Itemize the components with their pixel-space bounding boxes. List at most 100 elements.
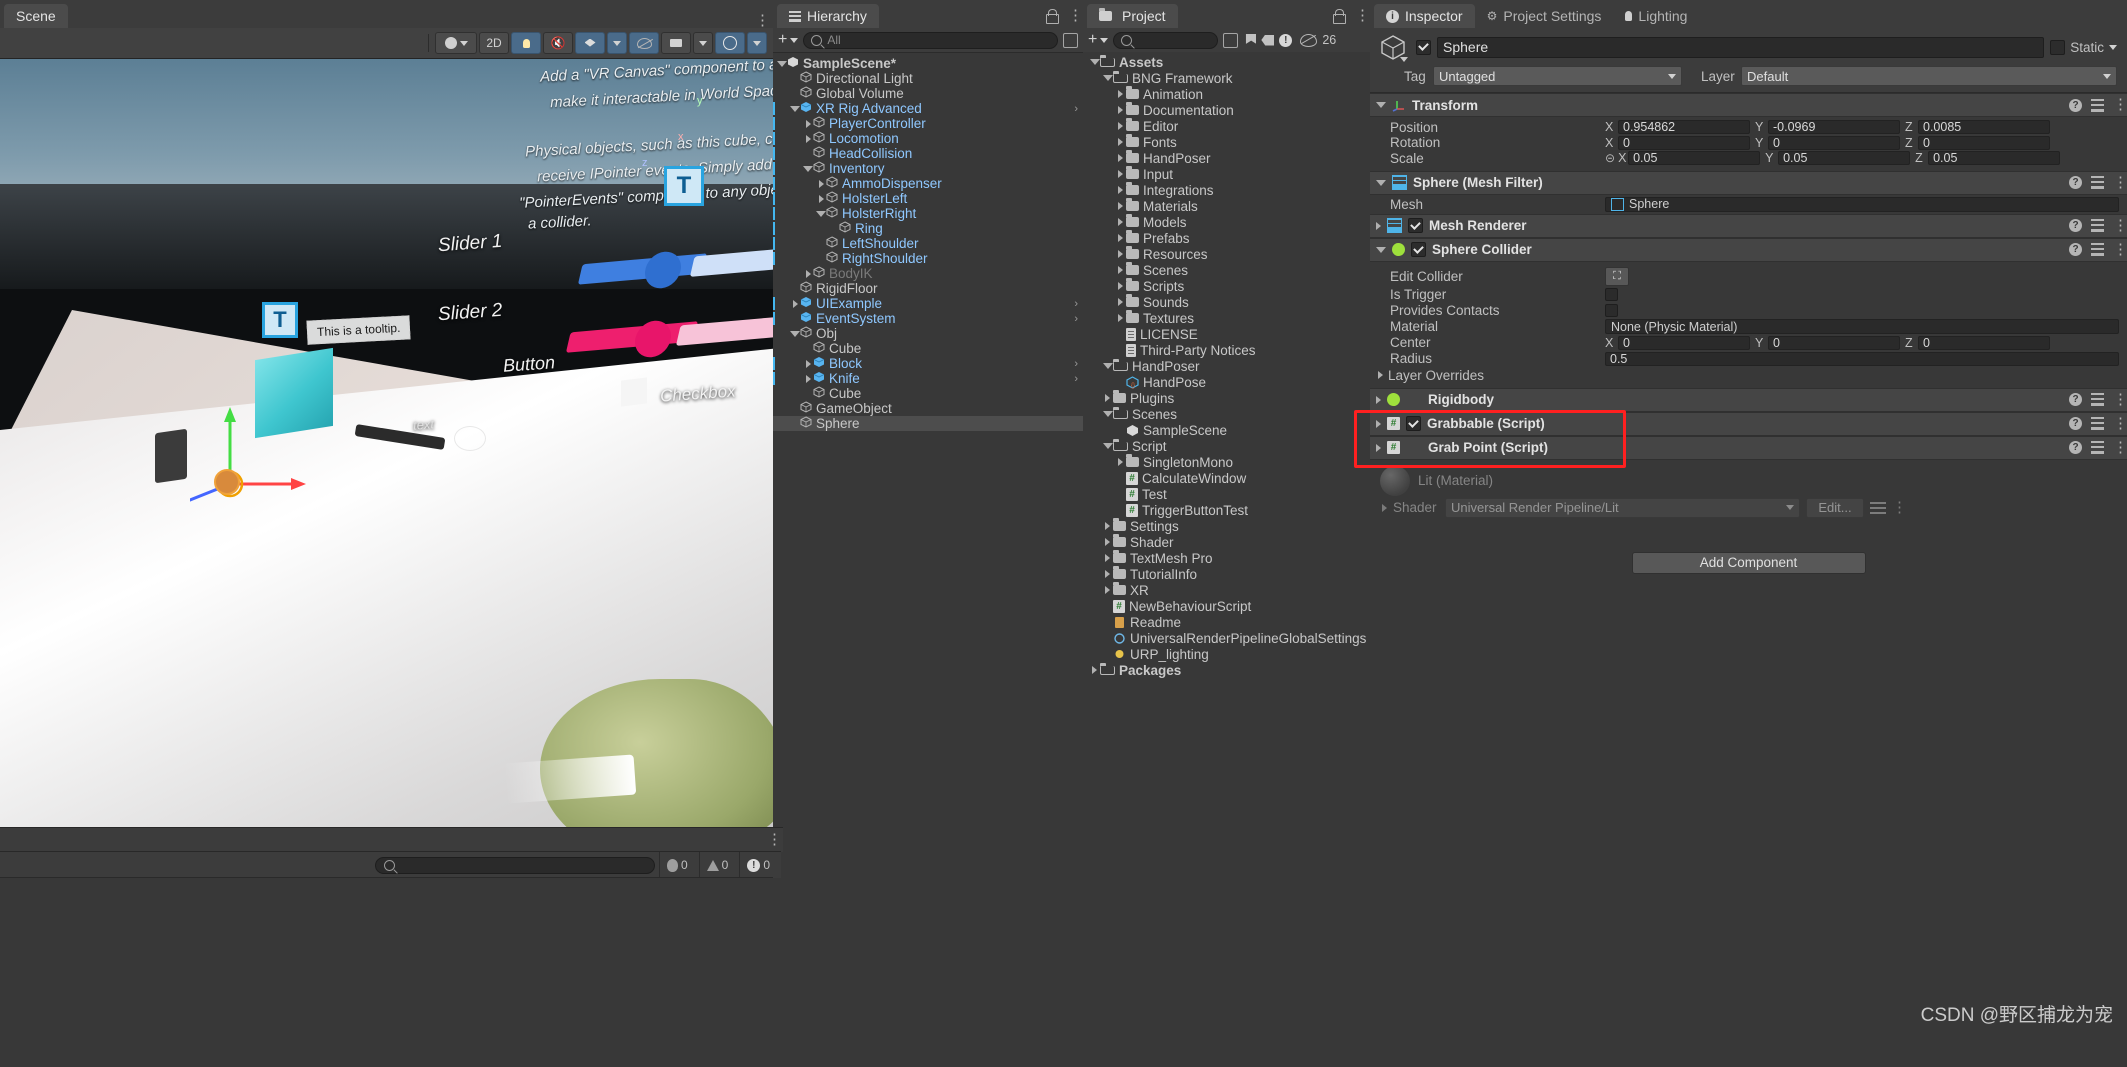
hierarchy-item-leftshoulder[interactable]: LeftShoulder: [773, 236, 1083, 251]
chevron-right-icon[interactable]: [1102, 538, 1113, 546]
tab-project-settings[interactable]: ⚙ Project Settings: [1475, 4, 1614, 28]
hierarchy-item-global-volume[interactable]: Global Volume: [773, 86, 1083, 101]
hierarchy-item-headcollision[interactable]: HeadCollision: [773, 146, 1083, 161]
hierarchy-more-options-icon[interactable]: ⋮: [1068, 8, 1083, 23]
chevron-right-icon[interactable]: [1376, 419, 1381, 428]
gizmos-dropdown[interactable]: [747, 32, 767, 54]
chevron-right-icon[interactable]: [803, 359, 813, 368]
audio-toggle-button[interactable]: 🔇: [543, 32, 573, 54]
scene-camera-dropdown[interactable]: [693, 32, 713, 54]
chevron-down-icon[interactable]: [1102, 363, 1113, 369]
chevron-right-icon[interactable]: [1115, 186, 1126, 194]
project-item-fonts[interactable]: Fonts: [1083, 134, 1370, 150]
prefab-open-chevron-icon[interactable]: ›: [1074, 298, 1078, 310]
console-warning-count-cell[interactable]: 0: [698, 852, 736, 878]
provides-contacts-checkbox[interactable]: [1605, 304, 1618, 317]
prefab-open-chevron-icon[interactable]: ›: [1074, 103, 1078, 115]
hierarchy-item-block[interactable]: Block ›: [773, 356, 1083, 371]
shading-mode-dropdown[interactable]: [435, 32, 477, 54]
project-item-input[interactable]: Input: [1083, 166, 1370, 182]
hierarchy-item-uiexample[interactable]: UIExample ›: [773, 296, 1083, 311]
chevron-right-icon[interactable]: [1089, 666, 1100, 674]
chevron-right-icon[interactable]: [1102, 522, 1113, 530]
preset-icon[interactable]: [2091, 243, 2104, 256]
project-item-test[interactable]: # Test: [1083, 486, 1370, 502]
hierarchy-item-obj[interactable]: Obj: [773, 326, 1083, 341]
project-item-documentation[interactable]: Documentation: [1083, 102, 1370, 118]
error-filter-icon[interactable]: !: [1279, 33, 1293, 47]
scene-viewport[interactable]: Add a "VR Canvas" component to any make …: [0, 59, 773, 827]
chevron-down-icon[interactable]: [1376, 246, 1386, 253]
component-header-rigidbody[interactable]: Rigidbody ? ⋮: [1370, 387, 2127, 412]
project-item-editor[interactable]: Editor: [1083, 118, 1370, 134]
component-menu-icon[interactable]: ⋮: [2113, 440, 2127, 455]
chevron-right-icon[interactable]: [816, 179, 826, 188]
chevron-right-icon[interactable]: [1115, 298, 1126, 306]
chevron-right-icon[interactable]: [1115, 202, 1126, 210]
scene-text-gizmo-secondary[interactable]: T: [262, 302, 298, 338]
scale-x-input[interactable]: 0.05: [1628, 151, 1761, 166]
project-item-assets[interactable]: Assets: [1083, 54, 1370, 70]
favorite-icon[interactable]: [1245, 33, 1257, 44]
gizmos-toggle-button[interactable]: [715, 32, 745, 54]
project-item-plugins[interactable]: Plugins: [1083, 390, 1370, 406]
gameobject-name-input[interactable]: Sphere: [1437, 36, 2045, 58]
preset-icon[interactable]: [2091, 219, 2104, 232]
project-item-singletonmono[interactable]: SingletonMono: [1083, 454, 1370, 470]
shader-dropdown[interactable]: Universal Render Pipeline/Lit: [1445, 497, 1800, 518]
hierarchy-item-bodyik[interactable]: BodyIK: [773, 266, 1083, 281]
is-trigger-checkbox[interactable]: [1605, 288, 1618, 301]
chevron-right-icon[interactable]: [1376, 221, 1381, 230]
prefab-open-chevron-icon[interactable]: ›: [1074, 373, 1078, 385]
preset-icon[interactable]: [2091, 441, 2104, 454]
chevron-right-icon[interactable]: [1115, 250, 1126, 258]
hierarchy-item-rigidfloor[interactable]: RigidFloor: [773, 281, 1083, 296]
console-body[interactable]: [0, 877, 773, 1066]
chevron-down-icon[interactable]: [790, 330, 800, 337]
chevron-right-icon[interactable]: [1115, 218, 1126, 226]
component-header-mesh-renderer[interactable]: Mesh Renderer ? ⋮: [1370, 213, 2127, 238]
lighting-toggle-button[interactable]: [511, 32, 541, 54]
project-item-scripts[interactable]: Scripts: [1083, 278, 1370, 294]
rotation-x-input[interactable]: 0: [1618, 135, 1750, 150]
component-menu-icon[interactable]: ⋮: [2113, 416, 2127, 431]
help-icon[interactable]: ?: [2069, 417, 2082, 430]
project-search-input[interactable]: [1113, 31, 1219, 49]
project-item-bng-framework[interactable]: BNG Framework: [1083, 70, 1370, 86]
center-y-input[interactable]: 0: [1768, 335, 1900, 350]
component-header-grabbable[interactable]: # Grabbable (Script) ? ⋮: [1370, 411, 2127, 436]
position-z-input[interactable]: 0.0085: [1918, 120, 2050, 135]
transform-gizmo[interactable]: [190, 389, 310, 509]
chevron-right-icon[interactable]: [816, 194, 826, 203]
preset-icon[interactable]: [2091, 393, 2104, 406]
effects-toggle-button[interactable]: [575, 32, 605, 54]
project-item-triggerbuttontest[interactable]: # TriggerButtonTest: [1083, 502, 1370, 518]
project-item-license[interactable]: LICENSE: [1083, 326, 1370, 342]
chevron-right-icon[interactable]: [803, 134, 813, 143]
hierarchy-item-directional-light[interactable]: Directional Light: [773, 71, 1083, 86]
hierarchy-item-ring[interactable]: Ring: [773, 221, 1083, 236]
tab-scene[interactable]: Scene: [4, 4, 68, 28]
chevron-down-icon[interactable]: [816, 210, 826, 217]
project-item-scenes[interactable]: Scenes: [1083, 262, 1370, 278]
prefab-open-chevron-icon[interactable]: ›: [1074, 313, 1078, 325]
chevron-down-icon[interactable]: [803, 165, 813, 172]
project-item-universalrenderpipelineglobalsettings[interactable]: UniversalRenderPipelineGlobalSettings: [1083, 630, 1370, 646]
scale-y-input[interactable]: 0.05: [1778, 151, 1911, 166]
layer-overrides-row[interactable]: Layer Overrides: [1370, 367, 2127, 384]
layer-dropdown[interactable]: Default: [1741, 66, 2117, 86]
hierarchy-add-button[interactable]: +: [778, 31, 799, 49]
help-icon[interactable]: ?: [2069, 176, 2082, 189]
component-menu-icon[interactable]: ⋮: [2113, 242, 2127, 257]
edit-collider-button[interactable]: ⛶: [1605, 266, 1629, 286]
lock-icon[interactable]: [1045, 9, 1059, 24]
chevron-down-icon[interactable]: [790, 105, 800, 112]
project-item-script[interactable]: Script: [1083, 438, 1370, 454]
chevron-right-icon[interactable]: [1378, 371, 1383, 379]
hierarchy-item-holsterright[interactable]: HolsterRight: [773, 206, 1083, 221]
chevron-right-icon[interactable]: [1102, 586, 1113, 594]
chevron-down-icon[interactable]: [1102, 443, 1113, 449]
project-item-newbehaviourscript[interactable]: # NewBehaviourScript: [1083, 598, 1370, 614]
console-error-count-cell[interactable]: ! 0: [739, 852, 777, 878]
project-more-options-icon[interactable]: ⋮: [1355, 8, 1370, 23]
